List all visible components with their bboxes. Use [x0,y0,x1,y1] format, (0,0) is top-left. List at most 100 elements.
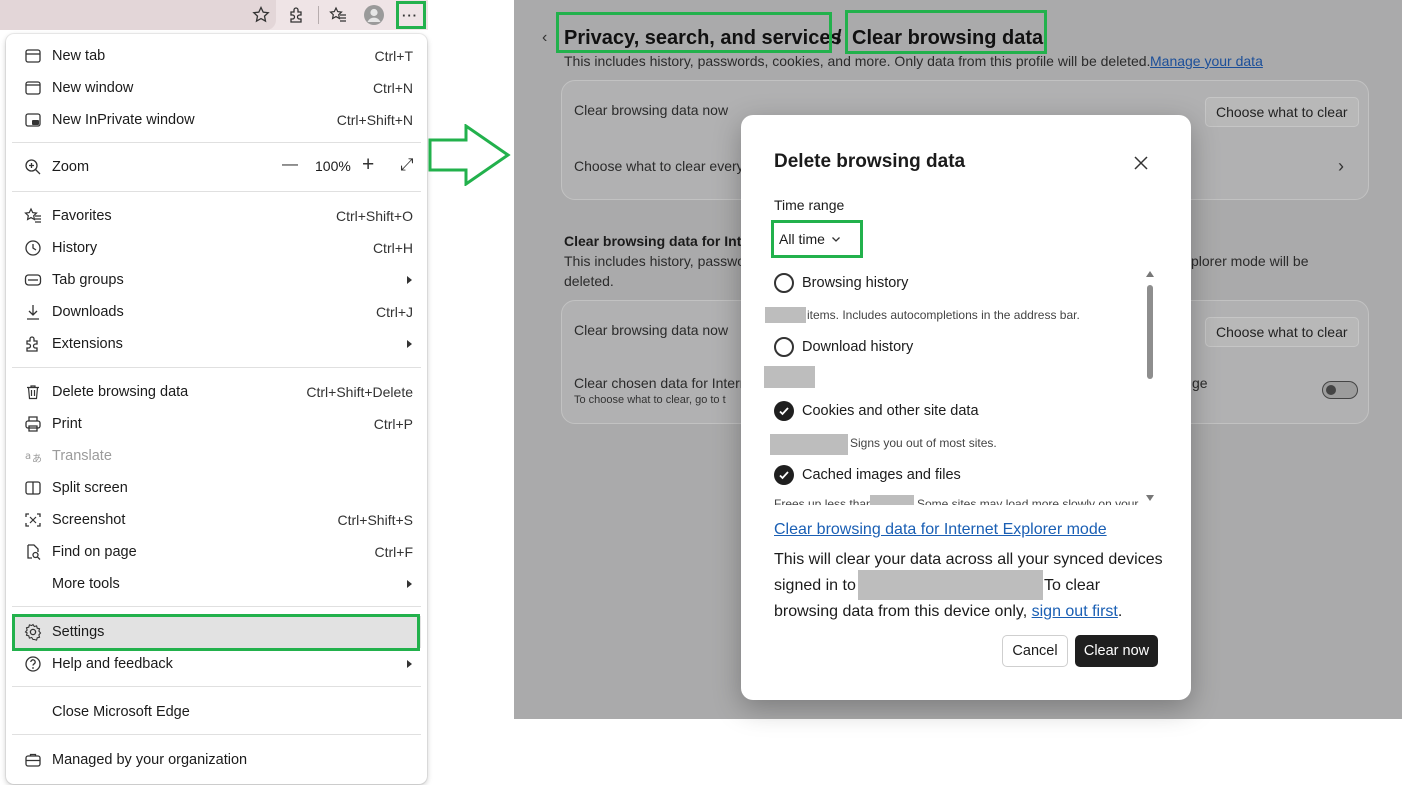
ie-clear-on-close-toggle[interactable] [1322,381,1358,399]
breadcrumb-separator: / [836,27,842,49]
find-icon [24,543,42,561]
menu-item-tab-groups[interactable]: Tab groups [12,264,421,296]
menu-item-close-microsoft-edge[interactable]: Close Microsoft Edge [12,696,421,728]
chevron-right-icon[interactable]: › [1338,156,1344,177]
menu-item-extensions[interactable]: Extensions [12,328,421,360]
menu-separator [12,686,421,687]
clear-now-label: Clear browsing data now [574,102,729,118]
history-icon [24,239,42,257]
ie-section-desc-line2: deleted. [564,273,614,289]
menu-item-label: Translate [52,448,112,464]
zoom-out-button[interactable]: — [282,156,298,174]
menu-item-label: Settings [52,624,105,640]
menu-item-label: Find on page [52,544,137,560]
screenshot-icon [24,511,42,529]
sign-out-first-link[interactable]: sign out first [1032,603,1118,620]
menu-item-label: Downloads [52,304,124,320]
profile-icon[interactable] [362,3,386,27]
extensions-icon [24,335,42,353]
menu-separator [12,367,421,368]
list-scrollbar[interactable] [1144,271,1156,503]
browsing-history-checkbox[interactable] [774,273,794,293]
menu-item-split-screen[interactable]: Split screen [12,472,421,504]
downloads-icon [24,303,42,321]
ie-mode-link[interactable]: Clear browsing data for Internet Explore… [774,521,1107,539]
cookies-checkbox[interactable] [774,401,794,421]
scroll-down-icon[interactable] [1146,495,1154,501]
choose-every-time-label: Choose what to clear every [574,158,744,174]
menu-item-shortcut: Ctrl+P [373,416,413,432]
cached-images-checkbox[interactable] [774,465,794,485]
redacted-account [858,570,1043,600]
menu-item-label: Screenshot [52,512,126,528]
ie-choose-what-to-clear-button[interactable]: Choose what to clear [1205,317,1359,347]
menu-item-screenshot[interactable]: Screenshot Ctrl+Shift+S [12,504,421,536]
time-range-value: All time [779,231,825,247]
svg-text:a: a [25,451,31,462]
menu-item-shortcut: Ctrl+Shift+N [336,112,413,128]
menu-item-find-on-page[interactable]: Find on page Ctrl+F [12,536,421,568]
trash-icon [24,383,42,401]
browser-menu: New tab Ctrl+T New window Ctrl+N New InP… [6,34,427,784]
browsing-history-sub: items. Includes autocompletions in the a… [807,308,1080,322]
redacted-count [765,307,806,323]
menu-item-favorites[interactable]: Favorites Ctrl+Shift+O [12,200,421,232]
menu-item-downloads[interactable]: Downloads Ctrl+J [12,296,421,328]
zoom-icon [24,158,42,176]
translate-icon: aあ [24,447,42,465]
manage-your-data-link[interactable]: Manage your data [1150,53,1263,69]
menu-item-history[interactable]: History Ctrl+H [12,232,421,264]
redacted-count [764,366,815,388]
menu-separator [12,606,421,607]
ie-clear-on-close-sub: To choose what to clear, go to t [574,394,726,406]
more-icon[interactable]: ··· [398,3,422,27]
menu-item-label: Split screen [52,480,128,496]
menu-item-print[interactable]: Print Ctrl+P [12,408,421,440]
menu-item-label: More tools [52,576,120,592]
address-bar-end[interactable] [0,0,276,30]
menu-item-help-and-feedback[interactable]: Help and feedback [12,648,421,680]
ie-clear-on-close-tail: ge [1192,375,1208,391]
submenu-arrow-icon [407,660,412,668]
time-range-label: Time range [774,197,845,213]
menu-item-new-inprivate-window[interactable]: New InPrivate window Ctrl+Shift+N [12,104,421,136]
choose-what-to-clear-button[interactable]: Choose what to clear [1205,97,1359,127]
back-chevron-icon[interactable]: ‹ [542,29,547,47]
menu-item-new-window[interactable]: New window Ctrl+N [12,72,421,104]
gear-icon [24,623,42,641]
menu-item-translate: aあ Translate [12,440,421,472]
menu-item-label: Delete browsing data [52,384,189,400]
breadcrumb-parent[interactable]: Privacy, search, and services [564,27,842,50]
clear-now-button[interactable]: Clear now [1075,635,1158,667]
split-screen-icon [24,479,42,497]
menu-separator [12,191,421,192]
menu-item-new-tab[interactable]: New tab Ctrl+T [12,40,421,72]
scroll-thumb[interactable] [1147,285,1153,379]
menu-item-delete-browsing-data[interactable]: Delete browsing data Ctrl+Shift+Delete [12,376,421,408]
sync-notice-line3: browsing data from this device only, sig… [774,599,1174,625]
menu-item-label: Tab groups [52,272,124,288]
time-range-dropdown[interactable]: All time [779,230,841,248]
fullscreen-icon[interactable]: ⤢ [400,155,414,175]
favorites-icon [24,207,42,225]
submenu-arrow-icon [407,276,412,284]
favorites-icon[interactable] [326,3,350,27]
toolbar-divider [318,6,319,24]
sync-notice-to-clear: To clear [1044,577,1101,594]
star-icon[interactable] [249,3,273,27]
menu-item-shortcut: Ctrl+Shift+S [337,512,413,528]
download-history-label: Download history [802,339,914,355]
extensions-icon[interactable] [285,3,309,27]
menu-item-managed-by-organization[interactable]: Managed by your organization [12,744,421,776]
cancel-button[interactable]: Cancel [1002,635,1068,667]
zoom-in-button[interactable]: + [362,153,374,177]
download-history-checkbox[interactable] [774,337,794,357]
scroll-up-icon[interactable] [1146,271,1154,277]
new-window-icon [24,79,42,97]
menu-item-shortcut: Ctrl+J [376,304,413,320]
menu-item-settings[interactable]: Settings [12,616,421,648]
menu-item-label: New tab [52,48,106,64]
close-icon[interactable] [1133,155,1149,171]
menu-item-shortcut: Ctrl+Shift+Delete [306,384,413,400]
menu-item-more-tools[interactable]: More tools [12,568,421,600]
